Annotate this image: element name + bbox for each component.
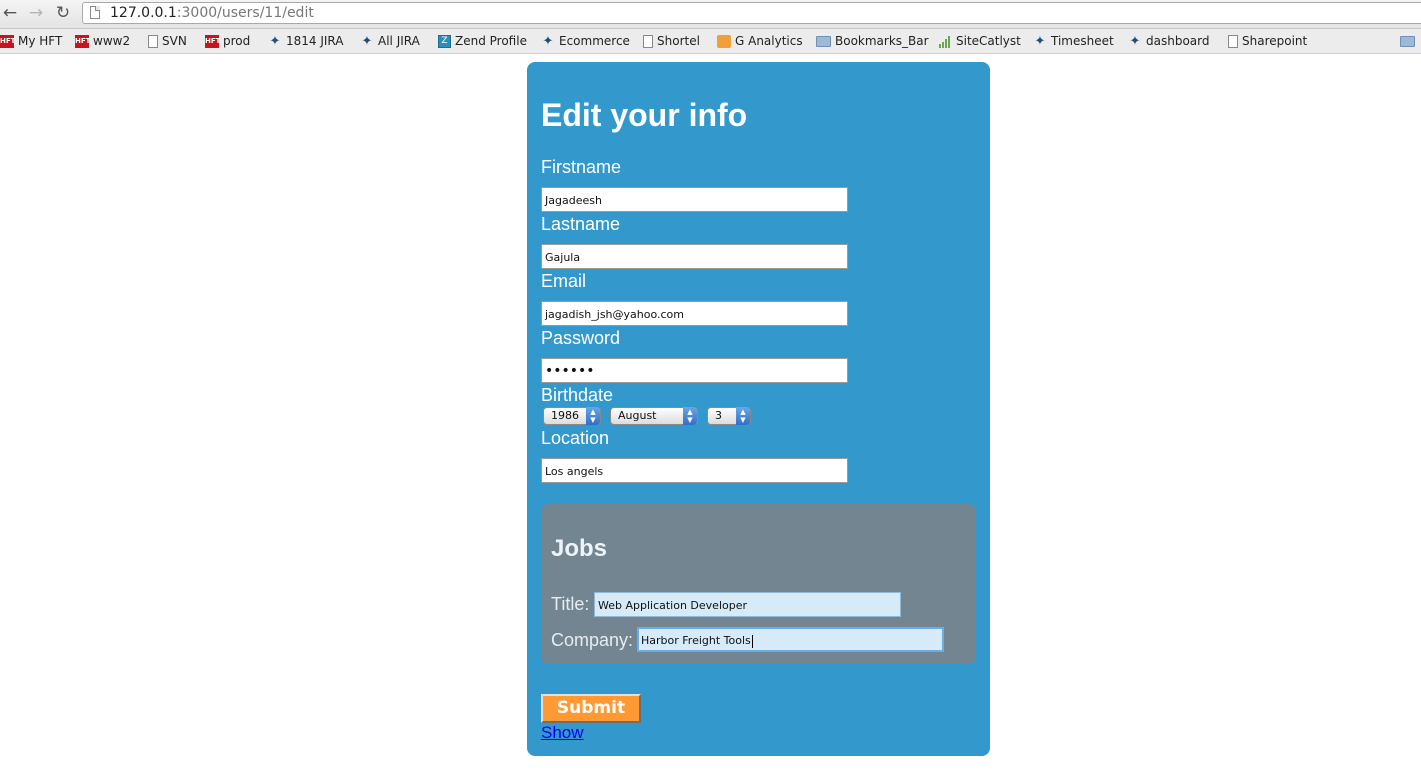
bookmark-shortel[interactable]: Shortel xyxy=(643,31,700,51)
bookmark-label: Sharepoint xyxy=(1242,34,1308,48)
page-icon xyxy=(148,35,158,48)
birthdate-year-select[interactable]: 1986 ▲ ▼ xyxy=(543,407,601,425)
email-label: Email xyxy=(541,271,587,291)
page-icon xyxy=(1228,35,1238,48)
folder-icon xyxy=(816,36,831,47)
jobs-panel: Jobs Title: Web Application Developer Co… xyxy=(541,504,976,664)
address-bar[interactable]: 127.0.0.1:3000/users/11/edit xyxy=(82,2,1421,24)
bookmark-label: Ecommerce xyxy=(559,34,630,48)
bookmark-label: 1814 JIRA xyxy=(286,34,344,48)
bookmark-label: Zend Profile xyxy=(455,34,527,48)
select-arrows-icon: ▲ ▼ xyxy=(586,407,600,425)
year-value: 1986 xyxy=(551,409,579,422)
email-field[interactable]: jagadish_jsh@yahoo.com xyxy=(541,301,848,326)
month-value: August xyxy=(618,409,657,422)
forward-icon[interactable]: → xyxy=(26,3,46,23)
bookmark-zend-profile[interactable]: Z Zend Profile xyxy=(438,31,527,51)
firstname-field[interactable]: Jagadeesh xyxy=(541,187,848,212)
select-arrows-icon: ▲ ▼ xyxy=(736,407,750,425)
page-title: Edit your info xyxy=(541,97,748,133)
bookmark-label: My HFT xyxy=(18,34,63,48)
bookmark-label: prod xyxy=(223,34,251,48)
bookmark-my-hft[interactable]: HFT My HFT xyxy=(0,31,62,51)
birthdate-day-select[interactable]: 3 ▲ ▼ xyxy=(707,407,751,425)
zend-icon: Z xyxy=(438,35,451,48)
birthdate-label: Birthdate xyxy=(541,385,614,405)
bookmark-folder-overflow[interactable] xyxy=(1400,31,1419,51)
location-label: Location xyxy=(541,428,610,448)
folder-icon xyxy=(1400,36,1415,47)
bookmark-prod[interactable]: HFT prod xyxy=(205,31,250,51)
select-arrows-icon: ▲ ▼ xyxy=(683,407,697,425)
bar-chart-icon xyxy=(939,35,952,48)
text-caret xyxy=(751,634,753,648)
lastname-label: Lastname xyxy=(541,214,621,234)
bookmark-label: Timesheet xyxy=(1051,34,1114,48)
lastname-field[interactable]: Gajula xyxy=(541,244,848,269)
bookmark-dashboard[interactable]: ✦ dashboard xyxy=(1128,31,1210,51)
bookmark-label: Bookmarks_Bar xyxy=(835,34,929,48)
company-value: Harbor Freight Tools xyxy=(641,634,751,647)
bookmark-label: Shortel xyxy=(657,34,700,48)
jira-icon: ✦ xyxy=(542,33,554,49)
bookmark-label: SVN xyxy=(162,34,187,48)
bookmark-bookmarks-bar[interactable]: Bookmarks_Bar xyxy=(816,31,929,51)
location-field[interactable]: Los angels xyxy=(541,458,848,483)
bookmark-label: dashboard xyxy=(1146,34,1210,48)
bookmarks-bar: HFT My HFT HFT www2 SVN HFT prod ✦ 1814 JIRA… xyxy=(0,29,1421,54)
bookmark-g-analytics[interactable]: G Analytics xyxy=(717,31,803,51)
hft-icon: HFT xyxy=(205,35,220,48)
bookmark-label: www2 xyxy=(93,34,131,48)
jira-icon: ✦ xyxy=(269,33,281,49)
job-title-field[interactable]: Web Application Developer xyxy=(594,592,901,617)
day-value: 3 xyxy=(715,409,722,422)
company-label: Company: xyxy=(551,630,634,650)
jira-icon: ✦ xyxy=(1129,33,1141,49)
submit-button[interactable]: Submit xyxy=(541,694,641,723)
page-icon xyxy=(90,6,100,19)
bookmark-sharepoint[interactable]: Sharepoint xyxy=(1228,31,1307,51)
bookmark-1814-jira[interactable]: ✦ 1814 JIRA xyxy=(268,31,344,51)
birthdate-month-select[interactable]: August ▲ ▼ xyxy=(610,407,698,425)
bookmark-timesheet[interactable]: ✦ Timesheet xyxy=(1033,31,1114,51)
browser-toolbar: ← → ↻ 127.0.0.1:3000/users/11/edit xyxy=(0,0,1421,29)
bookmark-sitecatlyst[interactable]: SiteCatlyst xyxy=(939,31,1021,51)
bookmark-svn[interactable]: SVN xyxy=(148,31,187,51)
page-icon xyxy=(643,35,653,48)
bookmark-label: SiteCatlyst xyxy=(956,34,1021,48)
hft-icon: HFT xyxy=(0,35,15,48)
show-link[interactable]: Show xyxy=(541,723,584,743)
bookmark-www2[interactable]: HFT www2 xyxy=(75,31,130,51)
bookmark-all-jira[interactable]: ✦ All JIRA xyxy=(360,31,420,51)
password-label: Password xyxy=(541,328,621,348)
company-field[interactable]: Harbor Freight Tools xyxy=(637,627,944,652)
bookmark-label: All JIRA xyxy=(378,34,420,48)
url-text: 127.0.0.1:3000/users/11/edit xyxy=(110,5,314,21)
bookmark-label: G Analytics xyxy=(735,34,803,48)
password-field[interactable]: •••••• xyxy=(541,358,848,383)
edit-form-panel: Edit your info Firstname Jagadeesh Lastn… xyxy=(527,62,990,756)
bookmark-ecommerce[interactable]: ✦ Ecommerce xyxy=(541,31,630,51)
job-title-label: Title: xyxy=(551,594,590,614)
back-icon[interactable]: ← xyxy=(0,3,20,23)
jira-icon: ✦ xyxy=(361,33,373,49)
reload-icon[interactable]: ↻ xyxy=(53,3,73,23)
hft-icon: HFT xyxy=(75,35,90,48)
jira-icon: ✦ xyxy=(1034,33,1046,49)
jobs-heading: Jobs xyxy=(551,535,608,562)
firstname-label: Firstname xyxy=(541,157,622,177)
analytics-icon xyxy=(717,35,731,48)
